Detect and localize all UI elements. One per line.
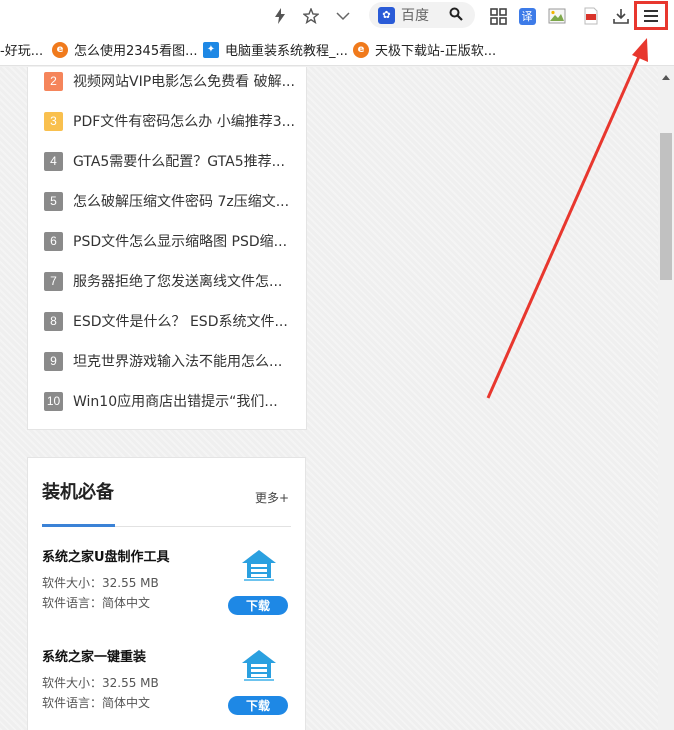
menu-button[interactable] (634, 1, 668, 30)
tab-underline (42, 524, 115, 527)
menu-icon (644, 14, 658, 17)
search-box[interactable]: ✿ 百度 (369, 2, 475, 28)
ranking-list: 2 视频网站VIP电影怎么免费看 破解... 3 PDF文件有密码怎么办 小编推… (27, 67, 307, 430)
list-item[interactable]: 5 怎么破解压缩文件密码 7z压缩文... (44, 191, 299, 211)
list-item[interactable]: 8 ESD文件是什么？ ESD系统文件... (44, 311, 299, 331)
bolt-icon[interactable] (268, 4, 292, 28)
rank-title[interactable]: ESD文件是什么？ ESD系统文件... (73, 311, 288, 331)
rank-number: 5 (44, 191, 63, 211)
site-logo-icon: ✦ (203, 41, 219, 58)
translate-icon[interactable]: 译 (515, 4, 539, 28)
rank-number: 10 (44, 391, 63, 411)
rank-title[interactable]: 坦克世界游戏输入法不能用怎么... (73, 351, 282, 371)
list-item[interactable]: 7 服务器拒绝了您发送离线文件怎... (44, 271, 299, 291)
chevron-down-icon[interactable] (331, 4, 355, 28)
rank-title[interactable]: Win10应用商店出错提示“我们... (73, 391, 278, 411)
star-icon[interactable] (299, 4, 323, 28)
bookmark-label: 天极下载站-正版软... (375, 44, 497, 59)
software-language: 软件语言：简体中文 (42, 596, 151, 610)
scrollbar[interactable] (658, 67, 674, 730)
software-size: 软件大小：32.55 MB (42, 676, 159, 690)
house-logo-icon (242, 550, 276, 581)
rank-number: 2 (44, 71, 63, 91)
rank-title[interactable]: PSD文件怎么显示缩略图 PSD缩... (73, 231, 287, 251)
software-language: 软件语言：简体中文 (42, 696, 151, 710)
pdf-icon[interactable] (579, 4, 603, 28)
list-item[interactable]: 2 视频网站VIP电影怎么免费看 破解... (44, 71, 299, 91)
browser-toolbar: ✿ 百度 译 (0, 0, 674, 32)
list-item[interactable]: 9 坦克世界游戏输入法不能用怎么... (44, 351, 299, 371)
rank-title[interactable]: GTA5需要什么配置？GTA5推荐... (73, 151, 285, 171)
rank-number: 9 (44, 351, 63, 371)
house-logo-icon (242, 650, 276, 681)
bookmark-item[interactable]: -好玩... (0, 40, 43, 59)
rank-number: 4 (44, 151, 63, 171)
bookmark-label: -好玩... (0, 44, 44, 59)
rank-title[interactable]: 服务器拒绝了您发送离线文件怎... (73, 271, 282, 291)
software-item: 系统之家U盘制作工具 软件大小：32.55 MB 软件语言：简体中文 下载 (42, 546, 292, 626)
list-item[interactable]: 10 Win10应用商店出错提示“我们... (44, 391, 299, 411)
rank-title[interactable]: 怎么破解压缩文件密码 7z压缩文... (73, 191, 289, 211)
bookmark-item[interactable]: ✦ 电脑重装系统教程_... (203, 40, 348, 59)
rank-number: 6 (44, 231, 63, 251)
download-button[interactable]: 下载 (228, 696, 288, 715)
scroll-up-icon[interactable] (662, 75, 670, 80)
list-item[interactable]: 4 GTA5需要什么配置？GTA5推荐... (44, 151, 299, 171)
software-name[interactable]: 系统之家U盘制作工具 (42, 546, 170, 565)
more-link[interactable]: 更多+ (255, 489, 289, 506)
image-icon[interactable] (545, 4, 569, 28)
bookmark-label: 怎么使用2345看图... (74, 44, 198, 59)
page-content: 2 视频网站VIP电影怎么免费看 破解... 3 PDF文件有密码怎么办 小编推… (0, 67, 658, 730)
search-icon[interactable] (449, 7, 463, 24)
section-title: 装机必备 (42, 482, 114, 503)
bookmark-label: 电脑重装系统教程_... (225, 44, 348, 59)
download-icon[interactable] (609, 4, 633, 28)
grid-icon[interactable] (486, 4, 510, 28)
bookmark-item[interactable]: e 天极下载站-正版软... (353, 40, 496, 59)
rank-title[interactable]: PDF文件有密码怎么办 小编推荐3... (73, 111, 295, 131)
rank-number: 3 (44, 111, 63, 131)
software-size: 软件大小：32.55 MB (42, 576, 159, 590)
scrollbar-thumb[interactable] (660, 133, 672, 280)
rank-number: 8 (44, 311, 63, 331)
list-item[interactable]: 6 PSD文件怎么显示缩略图 PSD缩... (44, 231, 299, 251)
bookmarks-bar: -好玩... e 怎么使用2345看图... ✦ 电脑重装系统教程_... e … (0, 32, 674, 66)
bookmark-item[interactable]: e 怎么使用2345看图... (52, 40, 197, 59)
ie-e-icon: e (353, 41, 369, 58)
software-name[interactable]: 系统之家一键重装 (42, 646, 146, 665)
download-button[interactable]: 下载 (228, 596, 288, 615)
essentials-card: 装机必备 更多+ 系统之家U盘制作工具 软件大小：32.55 MB 软件语言：简… (27, 457, 306, 730)
search-engine-label: 百度 (401, 8, 429, 24)
translate-label: 译 (518, 7, 536, 25)
rank-number: 7 (44, 271, 63, 291)
rank-title[interactable]: 视频网站VIP电影怎么免费看 破解... (73, 71, 295, 91)
ie-e-icon: e (52, 41, 68, 58)
baidu-paw-icon: ✿ (378, 6, 395, 24)
list-item[interactable]: 3 PDF文件有密码怎么办 小编推荐3... (44, 111, 299, 131)
software-item: 系统之家一键重装 软件大小：32.55 MB 软件语言：简体中文 下载 (42, 646, 292, 726)
